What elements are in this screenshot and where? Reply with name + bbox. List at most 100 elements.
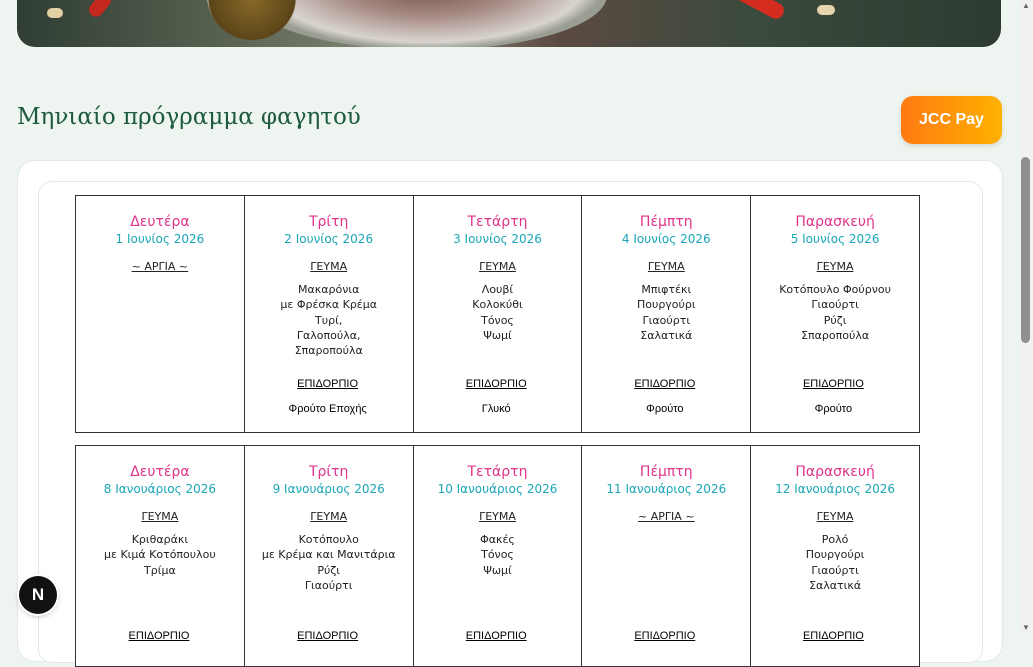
lunch-item: Κοτόπουλο Φούρνου <box>779 283 891 296</box>
scroll-down-arrow-icon[interactable]: ▼ <box>1022 623 1030 632</box>
day-name: Τετάρτη <box>467 464 528 480</box>
cashew-graphic <box>47 8 63 18</box>
lunch-item: Ρολό <box>821 533 849 546</box>
lunch-label: ΓΕΥΜΑ <box>141 510 179 523</box>
dessert-block: ΕΠΙΔΟΡΠΙΟ Γλυκό <box>412 377 580 416</box>
dessert-block: ΕΠΙΔΟΡΠΙΟ <box>749 629 917 643</box>
lunch-item: Ψωμί <box>483 328 512 342</box>
dessert-value: Φρούτο Εποχής <box>288 403 367 415</box>
day-name: Πέμπτη <box>639 464 693 480</box>
lunch-items: Φακές Τόνος Ψωμί <box>414 532 582 578</box>
day-name: Τρίτη <box>308 214 349 230</box>
day-date: 2 Ιουνίος 2026 <box>284 232 374 246</box>
lunch-item: Σπαροπούλα <box>294 344 363 358</box>
lunch-item: με Φρέσκα Κρέμα <box>280 298 377 312</box>
lunch-label: ΓΕΥΜΑ <box>816 260 854 273</box>
lunch-label: ΓΕΥΜΑ <box>816 510 854 523</box>
lunch-item: Γιαούρτι <box>642 313 691 327</box>
dessert-label: ΕΠΙΔΟΡΠΙΟ <box>128 630 190 642</box>
dessert-label: ΕΠΙΔΟΡΠΙΟ <box>634 630 696 642</box>
lunch-item: Τόνος <box>481 548 514 562</box>
day-date: 1 Ιουνίος 2026 <box>115 232 205 246</box>
lunch-item: Γαλοπούλα, <box>296 328 361 342</box>
day-name: Παρασκευή <box>795 464 875 480</box>
dessert-label: ΕΠΙΔΟΡΠΙΟ <box>465 378 527 390</box>
dessert-label: ΕΠΙΔΟΡΠΙΟ <box>465 630 527 642</box>
dessert-value: Φρούτο <box>646 403 684 415</box>
day-date: 5 Ιουνίος 2026 <box>790 232 880 246</box>
day-name: Τετάρτη <box>467 214 528 230</box>
dessert-block: ΕΠΙΔΟΡΠΙΟ Φρούτο <box>581 377 749 416</box>
lunch-items: Κοτόπουλο με Κρέμα και Μανιτάρια Ρύζι Γιαού… <box>245 532 413 593</box>
lunch-items: Μπιφτέκι Πουργούρι Γιαούρτι Σαλατικά <box>582 282 750 343</box>
day-name: Δευτέρα <box>130 214 190 230</box>
day-date: 12 Ιανουάριος 2026 <box>775 482 896 496</box>
dessert-block: ΕΠΙΔΟΡΠΙΟ <box>75 629 243 643</box>
day-date: 4 Ιουνίος 2026 <box>621 232 711 246</box>
hero-banner-image <box>17 0 1001 47</box>
lunch-label: ΓΕΥΜΑ <box>310 260 348 273</box>
day-date: 3 Ιουνίος 2026 <box>453 232 542 246</box>
scrollbar-thumb[interactable] <box>1021 157 1030 343</box>
dessert-label: ΕΠΙΔΟΡΠΙΟ <box>297 630 359 642</box>
day-cell: Δευτέρα 1 Ιουνίος 2026 ~ ΑΡΓΙΑ ~ <box>76 196 245 432</box>
lunch-item: Λουβί <box>481 283 514 296</box>
lunch-item: με Κιμά Κοτόπουλου <box>104 548 216 562</box>
lunch-item: Πουργούρι <box>636 298 696 312</box>
lunch-item: Κοτόπουλο <box>298 533 359 546</box>
lunch-item: Πουργούρι <box>805 548 865 562</box>
lunch-item: Γιαούρτι <box>304 578 353 592</box>
lunch-item: Φακές <box>480 533 515 546</box>
dessert-label: ΕΠΙΔΟΡΠΙΟ <box>634 378 696 390</box>
lunch-item: Γιαούρτι <box>811 298 859 312</box>
day-date: 10 Ιανουάριος 2026 <box>437 482 558 496</box>
cashew-graphic <box>817 5 835 15</box>
holiday-label: ~ ΑΡΓΙΑ ~ <box>131 260 189 273</box>
day-date: 11 Ιανουάριος 2026 <box>606 482 727 496</box>
lunch-item: Τρίμα <box>144 563 176 577</box>
lunch-item: Γιαούρτι <box>811 563 859 577</box>
lunch-item: Ψωμί <box>483 563 512 577</box>
lunch-label: ΓΕΥΜΑ <box>310 510 348 523</box>
dessert-value: Γλυκό <box>481 403 511 415</box>
lunch-item: Κολοκύθι <box>472 298 523 312</box>
lunch-item: Σαλατικά <box>809 578 862 592</box>
dessert-block: ΕΠΙΔΟΡΠΙΟ Φρούτο Εποχής <box>244 377 412 416</box>
dessert-label: ΕΠΙΔΟΡΠΙΟ <box>802 378 864 390</box>
dessert-label: ΕΠΙΔΟΡΠΙΟ <box>802 630 864 642</box>
jcc-pay-button[interactable]: JCC Pay <box>901 96 1002 144</box>
day-name: Παρασκευή <box>795 214 875 230</box>
day-date: 8 Ιανουάριος 2026 <box>103 482 216 496</box>
lunch-item: Ρύζι <box>317 563 341 577</box>
holiday-label: ~ ΑΡΓΙΑ ~ <box>638 510 695 523</box>
next-dev-badge[interactable]: N <box>19 576 57 614</box>
day-name: Τρίτη <box>308 464 349 480</box>
lunch-label: ΓΕΥΜΑ <box>479 510 516 523</box>
day-date: 9 Ιανουάριος 2026 <box>272 482 385 496</box>
lunch-items: Ρολό Πουργούρι Γιαούρτι Σαλατικά <box>751 532 919 593</box>
lunch-item: Κριθαράκι <box>131 533 189 546</box>
lunch-item: Ρύζι <box>823 313 847 327</box>
lunch-items: Κοτόπουλο Φούρνου Γιαούρτι Ρύζι Σπαροπούλα <box>751 282 919 343</box>
lunch-label: ΓΕΥΜΑ <box>647 260 685 273</box>
page-scrollbar[interactable]: ▲ ▼ <box>1019 0 1033 633</box>
food-plate-graphic <box>247 0 607 47</box>
lunch-item: Μπιφτέκι <box>641 283 692 296</box>
lunch-item: με Κρέμα και Μανιτάρια <box>261 548 396 562</box>
page-title: Μηνιαίο πρόγραμμα φαγητού <box>17 104 361 130</box>
dessert-block: ΕΠΙΔΟΡΠΙΟ <box>412 629 580 643</box>
chili-pepper-graphic <box>717 0 787 22</box>
scroll-up-arrow-icon[interactable]: ▲ <box>1022 1 1030 10</box>
lunch-items: Λουβί Κολοκύθι Τόνος Ψωμί <box>414 282 582 343</box>
sauce-bowl-graphic <box>207 0 297 40</box>
day-name: Πέμπτη <box>639 214 693 230</box>
day-name: Δευτέρα <box>130 464 190 480</box>
lunch-label: ΓΕΥΜΑ <box>479 260 516 273</box>
lunch-item: Σαλατικά <box>640 328 693 342</box>
lunch-items: Μακαρόνια με Φρέσκα Κρέμα Τυρί, Γαλοπούλα, Σ… <box>245 282 413 358</box>
lunch-item: Σπαροπούλα <box>801 328 870 342</box>
lunch-item: Τυρί, <box>315 313 343 327</box>
dessert-value: Φρούτο <box>814 403 853 415</box>
lunch-items: Κριθαράκι με Κιμά Κοτόπουλου Τρίμα <box>76 532 244 578</box>
lunch-item: Τόνος <box>481 313 514 327</box>
